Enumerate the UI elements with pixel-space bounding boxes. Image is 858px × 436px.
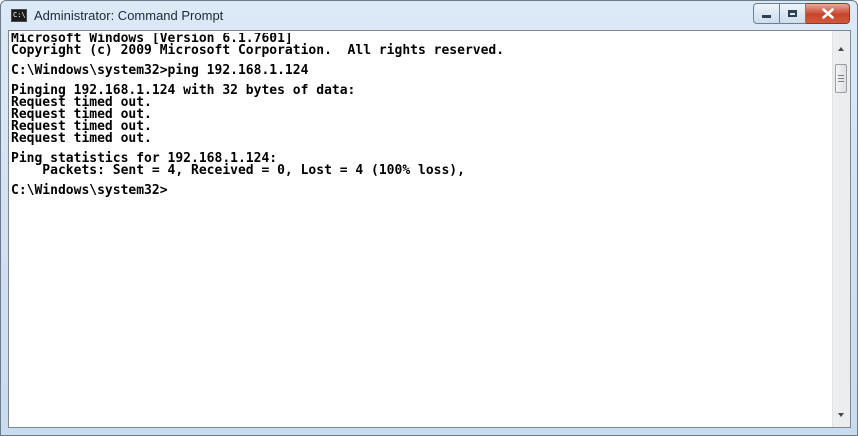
thumb-grip-line (838, 81, 844, 82)
close-icon (821, 8, 834, 19)
maximize-button[interactable] (780, 3, 806, 24)
console-line: C:\Windows\system32> (11, 183, 168, 198)
console-area[interactable]: Microsoft Windows [Version 6.1.7601] Copy… (8, 30, 851, 428)
console-output[interactable]: Microsoft Windows [Version 6.1.7601] Copy… (11, 33, 831, 425)
close-button[interactable] (806, 3, 850, 24)
thumb-grip-line (838, 75, 844, 76)
console-line: Packets: Sent = 4, Received = 0, Lost = … (11, 163, 465, 178)
console-icon[interactable]: C:\ (11, 9, 27, 22)
command-prompt-window: C:\ Administrator: Command Prompt Micros… (0, 0, 858, 436)
thumb-grip-line (838, 78, 844, 79)
title-bar[interactable]: C:\ Administrator: Command Prompt (1, 1, 857, 31)
scroll-thumb[interactable] (835, 64, 847, 93)
scroll-down-arrow-icon[interactable] (838, 413, 844, 417)
maximize-icon (788, 10, 797, 17)
console-line: Copyright (c) 2009 Microsoft Corporation… (11, 43, 505, 58)
caption-buttons (753, 3, 850, 24)
vertical-scrollbar[interactable] (832, 31, 850, 427)
minimize-icon (762, 15, 771, 18)
minimize-button[interactable] (753, 3, 780, 24)
console-line: C:\Windows\system32>ping 192.168.1.124 (11, 63, 309, 78)
window-title: Administrator: Command Prompt (34, 8, 224, 23)
scroll-up-arrow-icon[interactable] (838, 47, 844, 51)
console-line: Request timed out. (11, 131, 152, 146)
